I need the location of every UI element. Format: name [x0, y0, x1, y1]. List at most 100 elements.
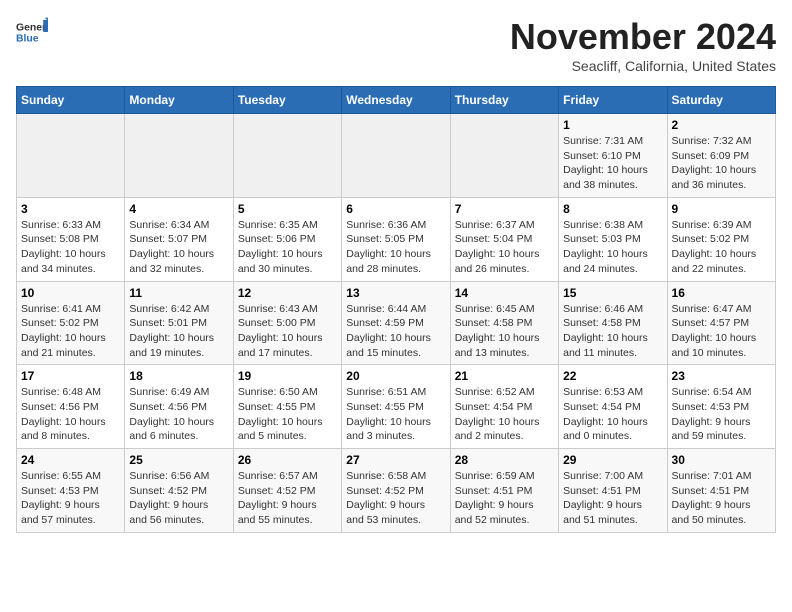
day-number: 16	[672, 286, 771, 300]
svg-text:Blue: Blue	[16, 34, 39, 45]
day-number: 10	[21, 286, 120, 300]
day-number: 22	[563, 369, 662, 383]
weekday-header-saturday: Saturday	[667, 87, 775, 114]
day-info: Sunrise: 6:46 AM Sunset: 4:58 PM Dayligh…	[563, 302, 662, 361]
day-info: Sunrise: 7:31 AM Sunset: 6:10 PM Dayligh…	[563, 134, 662, 193]
calendar-cell: 24Sunrise: 6:55 AM Sunset: 4:53 PM Dayli…	[17, 449, 125, 533]
calendar-body: 1 Sunrise: 7:31 AM Sunset: 6:10 PM Daylig…	[17, 114, 776, 533]
logo: General Blue	[16, 16, 48, 48]
day-info: Sunrise: 6:57 AM Sunset: 4:52 PM Dayligh…	[238, 469, 337, 528]
day-number: 6	[346, 202, 445, 216]
day-number: 30	[672, 453, 771, 467]
day-info: Sunrise: 6:59 AM Sunset: 4:51 PM Dayligh…	[455, 469, 554, 528]
calendar-week-3: 10 Sunrise: 6:41 AM Sunset: 5:02 PM Dayli…	[17, 281, 776, 365]
calendar-cell: 19Sunrise: 6:50 AM Sunset: 4:55 PM Dayli…	[233, 365, 341, 449]
day-info: Sunrise: 6:36 AM Sunset: 5:05 PM Dayligh…	[346, 218, 445, 277]
calendar-cell: 10 Sunrise: 6:41 AM Sunset: 5:02 PM Dayli…	[17, 281, 125, 365]
calendar-cell: 8 Sunrise: 6:38 AM Sunset: 5:03 PM Daylig…	[559, 197, 667, 281]
day-number: 18	[129, 369, 228, 383]
day-info: Sunrise: 6:45 AM Sunset: 4:58 PM Dayligh…	[455, 302, 554, 361]
calendar-cell	[450, 114, 558, 198]
calendar-cell: 3Sunrise: 6:33 AM Sunset: 5:08 PM Daylig…	[17, 197, 125, 281]
calendar-cell: 7 Sunrise: 6:37 AM Sunset: 5:04 PM Daylig…	[450, 197, 558, 281]
day-info: Sunrise: 6:56 AM Sunset: 4:52 PM Dayligh…	[129, 469, 228, 528]
calendar-cell: 30 Sunrise: 7:01 AM Sunset: 4:51 PM Dayli…	[667, 449, 775, 533]
calendar-week-4: 17 Sunrise: 6:48 AM Sunset: 4:56 PM Dayli…	[17, 365, 776, 449]
calendar-cell: 6 Sunrise: 6:36 AM Sunset: 5:05 PM Daylig…	[342, 197, 450, 281]
calendar-cell: 27 Sunrise: 6:58 AM Sunset: 4:52 PM Dayli…	[342, 449, 450, 533]
day-info: Sunrise: 6:53 AM Sunset: 4:54 PM Dayligh…	[563, 385, 662, 444]
calendar-cell: 15 Sunrise: 6:46 AM Sunset: 4:58 PM Dayli…	[559, 281, 667, 365]
day-info: Sunrise: 6:41 AM Sunset: 5:02 PM Dayligh…	[21, 302, 120, 361]
day-info: Sunrise: 6:54 AM Sunset: 4:53 PM Dayligh…	[672, 385, 771, 444]
calendar-cell: 11Sunrise: 6:42 AM Sunset: 5:01 PM Dayli…	[125, 281, 233, 365]
day-number: 20	[346, 369, 445, 383]
calendar-cell: 2 Sunrise: 7:32 AM Sunset: 6:09 PM Daylig…	[667, 114, 775, 198]
day-info: Sunrise: 7:01 AM Sunset: 4:51 PM Dayligh…	[672, 469, 771, 528]
day-number: 8	[563, 202, 662, 216]
calendar-cell: 17 Sunrise: 6:48 AM Sunset: 4:56 PM Dayli…	[17, 365, 125, 449]
day-number: 4	[129, 202, 228, 216]
calendar-cell: 26 Sunrise: 6:57 AM Sunset: 4:52 PM Dayli…	[233, 449, 341, 533]
weekday-header-row: SundayMondayTuesdayWednesdayThursdayFrid…	[17, 87, 776, 114]
weekday-header-tuesday: Tuesday	[233, 87, 341, 114]
day-number: 26	[238, 453, 337, 467]
day-number: 3	[21, 202, 120, 216]
day-info: Sunrise: 6:58 AM Sunset: 4:52 PM Dayligh…	[346, 469, 445, 528]
day-number: 19	[238, 369, 337, 383]
calendar-cell: 5 Sunrise: 6:35 AM Sunset: 5:06 PM Daylig…	[233, 197, 341, 281]
day-info: Sunrise: 6:52 AM Sunset: 4:54 PM Dayligh…	[455, 385, 554, 444]
day-info: Sunrise: 6:47 AM Sunset: 4:57 PM Dayligh…	[672, 302, 771, 361]
weekday-header-monday: Monday	[125, 87, 233, 114]
day-info: Sunrise: 6:44 AM Sunset: 4:59 PM Dayligh…	[346, 302, 445, 361]
day-number: 21	[455, 369, 554, 383]
day-number: 27	[346, 453, 445, 467]
day-number: 13	[346, 286, 445, 300]
day-info: Sunrise: 6:48 AM Sunset: 4:56 PM Dayligh…	[21, 385, 120, 444]
day-info: Sunrise: 6:38 AM Sunset: 5:03 PM Dayligh…	[563, 218, 662, 277]
day-number: 14	[455, 286, 554, 300]
day-number: 7	[455, 202, 554, 216]
day-info: Sunrise: 6:34 AM Sunset: 5:07 PM Dayligh…	[129, 218, 228, 277]
weekday-header-friday: Friday	[559, 87, 667, 114]
calendar-cell: 12Sunrise: 6:43 AM Sunset: 5:00 PM Dayli…	[233, 281, 341, 365]
weekday-header-thursday: Thursday	[450, 87, 558, 114]
month-title: November 2024	[510, 16, 776, 58]
day-number: 15	[563, 286, 662, 300]
day-number: 28	[455, 453, 554, 467]
weekday-header-wednesday: Wednesday	[342, 87, 450, 114]
day-number: 1	[563, 118, 662, 132]
calendar-cell	[17, 114, 125, 198]
generalblue-logo-icon: General Blue	[16, 16, 48, 48]
day-number: 9	[672, 202, 771, 216]
calendar-cell: 20Sunrise: 6:51 AM Sunset: 4:55 PM Dayli…	[342, 365, 450, 449]
calendar-cell: 9Sunrise: 6:39 AM Sunset: 5:02 PM Daylig…	[667, 197, 775, 281]
day-info: Sunrise: 6:35 AM Sunset: 5:06 PM Dayligh…	[238, 218, 337, 277]
day-number: 17	[21, 369, 120, 383]
day-number: 23	[672, 369, 771, 383]
calendar-header: SundayMondayTuesdayWednesdayThursdayFrid…	[17, 87, 776, 114]
day-number: 12	[238, 286, 337, 300]
day-number: 5	[238, 202, 337, 216]
calendar-cell: 13 Sunrise: 6:44 AM Sunset: 4:59 PM Dayli…	[342, 281, 450, 365]
header: General Blue November 2024 Seacliff, Cal…	[16, 16, 776, 74]
day-info: Sunrise: 7:00 AM Sunset: 4:51 PM Dayligh…	[563, 469, 662, 528]
day-number: 25	[129, 453, 228, 467]
calendar-cell: 25 Sunrise: 6:56 AM Sunset: 4:52 PM Dayli…	[125, 449, 233, 533]
calendar-cell: 4 Sunrise: 6:34 AM Sunset: 5:07 PM Daylig…	[125, 197, 233, 281]
calendar-cell: 1 Sunrise: 7:31 AM Sunset: 6:10 PM Daylig…	[559, 114, 667, 198]
calendar-cell: 14 Sunrise: 6:45 AM Sunset: 4:58 PM Dayli…	[450, 281, 558, 365]
day-info: Sunrise: 7:32 AM Sunset: 6:09 PM Dayligh…	[672, 134, 771, 193]
calendar-week-1: 1 Sunrise: 7:31 AM Sunset: 6:10 PM Daylig…	[17, 114, 776, 198]
day-info: Sunrise: 6:37 AM Sunset: 5:04 PM Dayligh…	[455, 218, 554, 277]
day-number: 2	[672, 118, 771, 132]
calendar-cell: 21 Sunrise: 6:52 AM Sunset: 4:54 PM Dayli…	[450, 365, 558, 449]
location: Seacliff, California, United States	[510, 58, 776, 74]
day-number: 24	[21, 453, 120, 467]
calendar-cell: 18Sunrise: 6:49 AM Sunset: 4:56 PM Dayli…	[125, 365, 233, 449]
weekday-header-sunday: Sunday	[17, 87, 125, 114]
calendar-cell: 23 Sunrise: 6:54 AM Sunset: 4:53 PM Dayli…	[667, 365, 775, 449]
day-number: 29	[563, 453, 662, 467]
calendar-week-5: 24Sunrise: 6:55 AM Sunset: 4:53 PM Dayli…	[17, 449, 776, 533]
calendar-cell: 22 Sunrise: 6:53 AM Sunset: 4:54 PM Dayli…	[559, 365, 667, 449]
